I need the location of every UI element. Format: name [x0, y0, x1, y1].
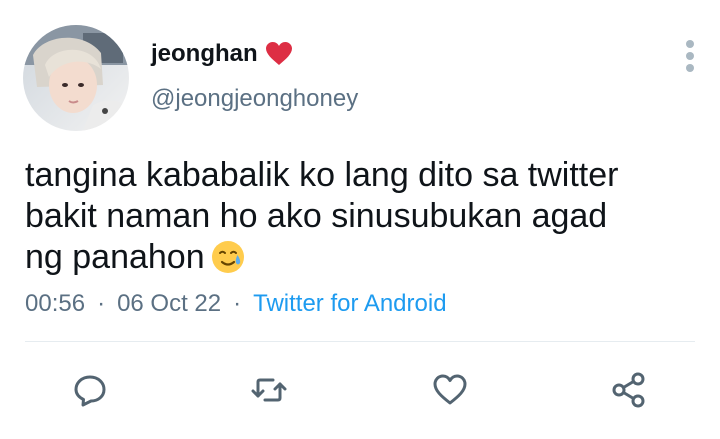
avatar[interactable]	[23, 25, 129, 131]
tweet-text-line: ng panahon	[25, 238, 205, 276]
tweet-source-link[interactable]: Twitter for Android	[253, 289, 446, 319]
tweet-time[interactable]: 00:56	[25, 289, 85, 319]
more-dot	[686, 40, 694, 48]
more-dot	[686, 52, 694, 60]
tweet-date[interactable]: 06 Oct 22	[117, 289, 221, 319]
tweet-card: jeonghan @jeongjeonghoney tangina kababa…	[0, 0, 720, 439]
reply-icon[interactable]	[70, 370, 110, 410]
author-display-name[interactable]: jeonghan	[151, 40, 258, 68]
red-heart-icon	[265, 42, 292, 66]
like-icon[interactable]	[430, 370, 470, 410]
more-options-icon[interactable]	[680, 36, 700, 76]
author-name-row: jeonghan	[151, 40, 292, 68]
action-bar	[0, 365, 720, 415]
meta-separator: ·	[97, 290, 106, 317]
divider	[25, 341, 695, 342]
meta-separator: ·	[233, 290, 242, 317]
more-dot	[686, 64, 694, 72]
author-handle[interactable]: @jeongjeonghoney	[151, 84, 358, 114]
share-icon[interactable]	[609, 370, 649, 410]
tweet-text-line: bakit naman ho ako sinusubukan agad	[25, 197, 608, 235]
tweet-text-line: tangina kababalik ko lang dito sa twitte…	[25, 156, 619, 194]
retweet-icon[interactable]	[249, 370, 289, 410]
tweet-meta: 00:56 · 06 Oct 22 · Twitter for Android	[25, 289, 447, 319]
tweet-text: tangina kababalik ko lang dito sa twitte…	[25, 155, 705, 284]
tweet-text-line-last: ng panahon	[25, 237, 705, 284]
smiling-face-with-tear-icon	[211, 240, 245, 284]
